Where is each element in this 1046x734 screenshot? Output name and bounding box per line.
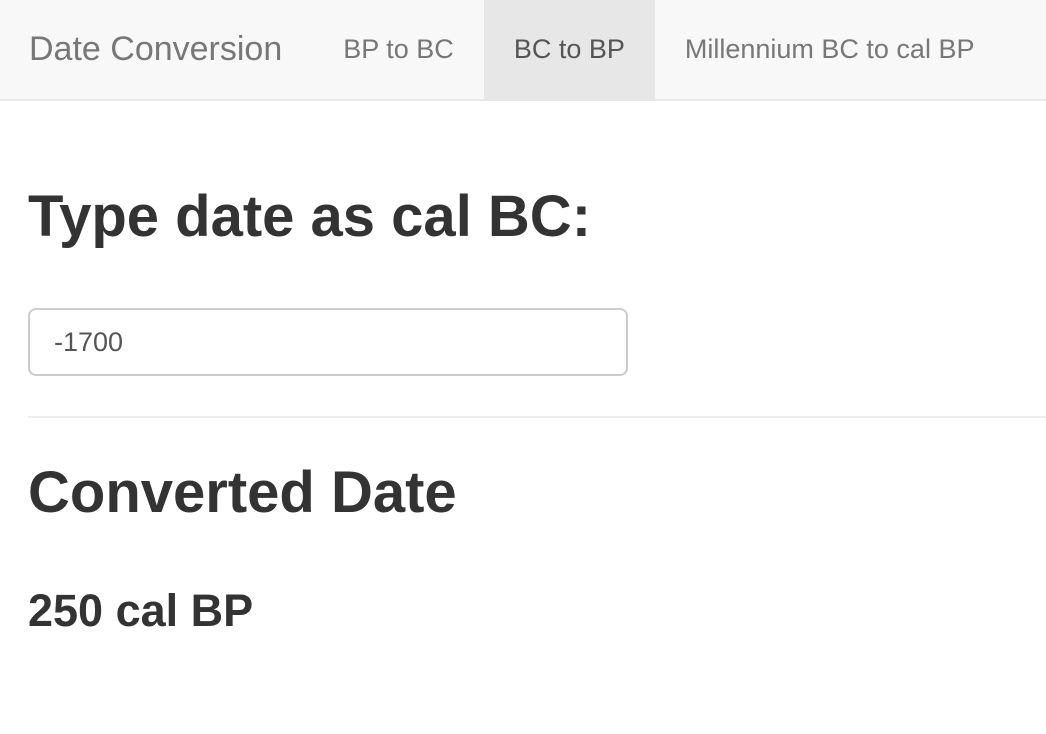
date-input[interactable] [28,308,628,376]
tab-bc-to-bp[interactable]: BC to BP [483,0,655,99]
tab-bp-to-bc[interactable]: BP to BC [313,0,484,99]
date-input-label: Type date as cal BC: [28,184,592,249]
navbar-brand[interactable]: Date Conversion [0,0,313,99]
tab-millennium-bc-to-cal-bp[interactable]: Millennium BC to cal BP [655,0,1005,99]
navbar: Date Conversion BP to BC BC to BP Millen… [0,0,1046,101]
converted-date-value: 250 cal BP [28,585,254,636]
divider [28,416,1046,418]
converted-date-heading: Converted Date [28,460,457,525]
